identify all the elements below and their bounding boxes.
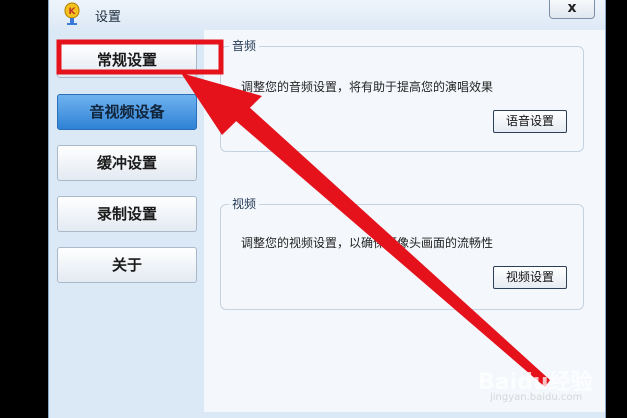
video-group-title: 视频 — [229, 195, 260, 212]
baidu-watermark-url: jingyan.baidu.com — [490, 392, 583, 403]
svg-text:K: K — [69, 7, 77, 17]
settings-dialog: K 设置 x 常规设置 音视频设备 缓冲设置 录制设置 关于 音频 调整您的音频… — [48, 0, 606, 418]
settings-sidebar: 常规设置 音视频设备 缓冲设置 录制设置 关于 — [49, 30, 204, 412]
sidebar-item-recording-settings[interactable]: 录制设置 — [57, 196, 197, 232]
close-button[interactable]: x — [549, 0, 595, 19]
microphone-k-icon: K — [63, 2, 81, 26]
sidebar-item-about[interactable]: 关于 — [57, 247, 197, 283]
video-group: 视频 调整您的视频设置，以确保摄像头画面的流畅性 视频设置 — [220, 195, 584, 310]
voice-settings-button[interactable]: 语音设置 — [493, 110, 567, 133]
screenshot-stage: K 设置 x 常规设置 音视频设备 缓冲设置 录制设置 关于 音频 调整您的音频… — [0, 0, 627, 418]
dialog-bottom-edge — [49, 412, 605, 418]
video-settings-button[interactable]: 视频设置 — [493, 266, 567, 289]
audio-group: 音频 调整您的音频设置，将有助于提高您的演唱效果 语音设置 — [220, 37, 584, 152]
audio-description: 调整您的音频设置，将有助于提高您的演唱效果 — [241, 80, 494, 94]
sidebar-item-general-settings[interactable]: 常规设置 — [57, 42, 197, 78]
settings-content: 音频 调整您的音频设置，将有助于提高您的演唱效果 语音设置 视频 调整您的视频设… — [204, 30, 605, 412]
title-bar: K 设置 x — [49, 0, 605, 30]
window-title: 设置 — [95, 10, 122, 25]
sidebar-item-av-devices[interactable]: 音视频设备 — [57, 94, 197, 130]
audio-group-title: 音频 — [229, 37, 260, 54]
sidebar-item-buffer-settings[interactable]: 缓冲设置 — [57, 145, 197, 181]
video-description: 调整您的视频设置，以确保摄像头画面的流畅性 — [241, 236, 494, 250]
